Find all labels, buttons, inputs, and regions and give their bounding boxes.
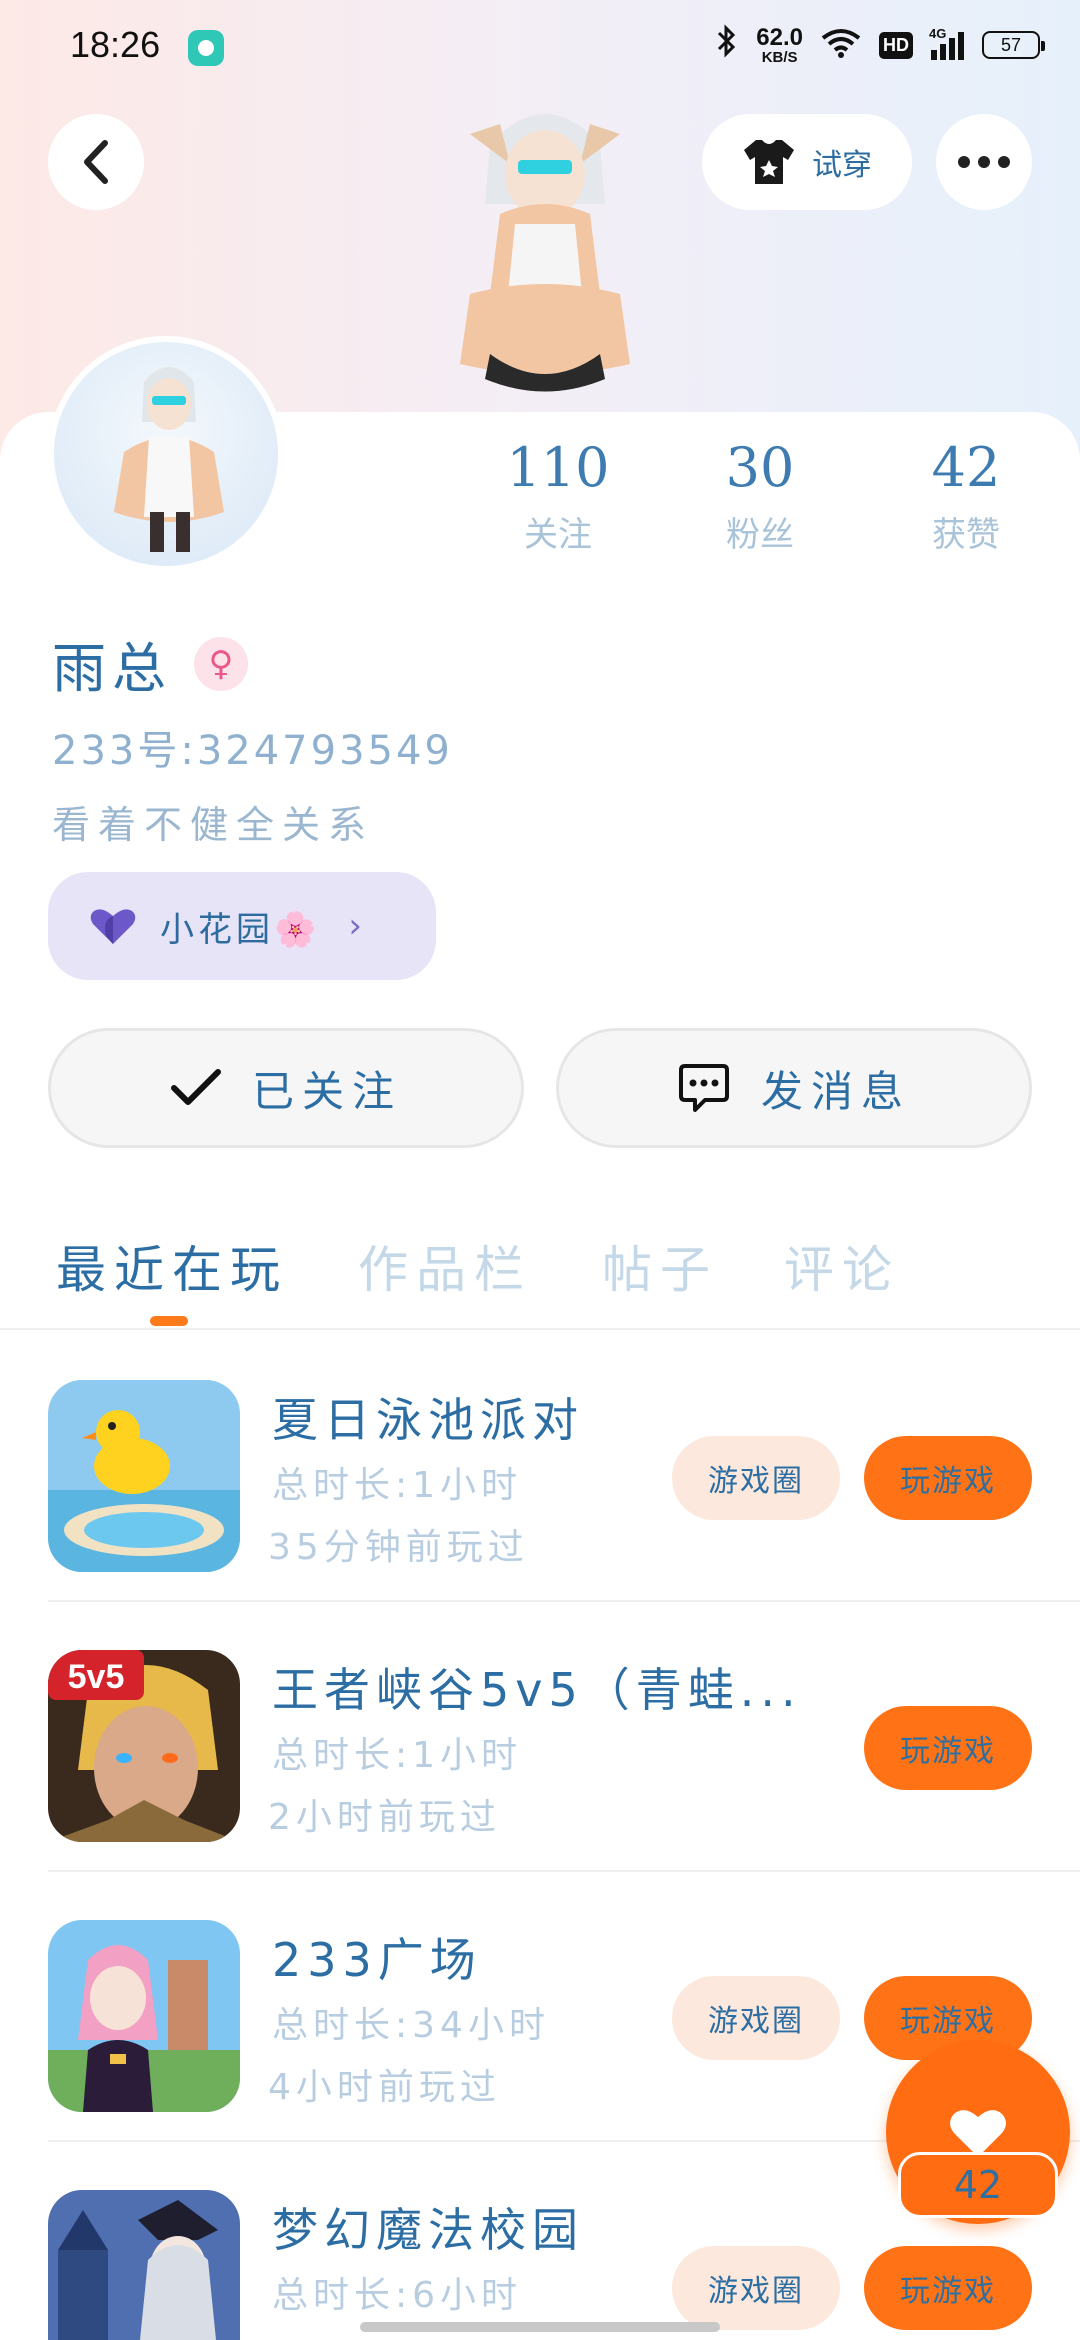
tab-recently-played[interactable]: 最近在玩: [56, 1230, 288, 1302]
more-dots-icon: [958, 156, 970, 168]
back-arrow-icon: [84, 140, 108, 184]
game-row-summer-pool-party[interactable]: 夏日泳池派对 总时长:1小时 35分钟前玩过 游戏圈 玩游戏: [0, 1332, 1080, 1602]
more-options-button[interactable]: [936, 114, 1032, 210]
game-circle-button[interactable]: 游戏圈: [672, 1976, 840, 2060]
send-message-label: 发消息: [760, 1066, 911, 1116]
stat-likes-label: 获赞: [932, 515, 1000, 555]
game-icon-badge: 5v5: [68, 1658, 125, 1696]
cellular-signal-icon: 4G: [929, 26, 964, 60]
play-game-button[interactable]: 玩游戏: [864, 1436, 1032, 1520]
tab-posts[interactable]: 帖子: [602, 1230, 718, 1302]
stat-followers-value: 30: [725, 436, 795, 499]
game-title: 王者峡谷5v5（青蛙...: [272, 1663, 802, 1717]
follow-button[interactable]: 已关注: [48, 1028, 524, 1148]
status-time: 18:26: [70, 24, 161, 65]
play-game-button[interactable]: 玩游戏: [864, 1706, 1032, 1790]
game-row-honor-of-kings-5v5[interactable]: 5v5 王者峡谷5v5（青蛙... 总时长:1小时 2小时前玩过 玩游戏: [0, 1602, 1080, 1872]
tab-comments[interactable]: 评论: [784, 1230, 900, 1302]
username-row: 雨总 ♀: [52, 624, 248, 703]
battery-level: 57: [1000, 34, 1022, 55]
game-title: 梦幻魔法校园: [272, 2203, 584, 2257]
status-bar: 18:26 62.0 KB/S HD 4G 57: [0, 0, 1080, 96]
game-total-duration: 总时长:6小时: [272, 2275, 523, 2316]
chevron-right-icon: ›: [348, 906, 362, 946]
game-icon-image: 5v5: [48, 1650, 240, 1842]
bluetooth-icon: [716, 24, 738, 66]
character-avatar-figure: [460, 114, 630, 392]
notification-app-icon: [188, 30, 224, 66]
game-icon-summer-pool-party: [48, 1380, 240, 1572]
tab-works[interactable]: 作品栏: [358, 1230, 532, 1302]
tabs-divider: [0, 1328, 1080, 1330]
game-icon-image: [48, 1920, 240, 2112]
stat-following[interactable]: 110 关注: [458, 436, 658, 556]
profile-tabs: 最近在玩 作品栏 帖子 评论: [0, 1230, 1080, 1330]
game-total-duration: 总时长:1小时: [272, 1465, 523, 1506]
hd-badge: HD: [879, 31, 913, 59]
female-gender-icon: ♀: [194, 636, 248, 691]
game-last-played: 35分钟前玩过: [268, 1527, 529, 1568]
stat-following-label: 关注: [524, 515, 592, 555]
battery-icon: 57: [982, 31, 1045, 59]
stat-following-value: 110: [506, 436, 610, 499]
avatar-image: [114, 367, 224, 552]
heart-icon: [950, 2110, 1006, 2157]
game-title: 233广场: [272, 1933, 482, 1987]
follow-label: 已关注: [251, 1066, 402, 1116]
username: 雨总: [52, 637, 172, 700]
avatar[interactable]: [48, 336, 284, 572]
check-icon: [170, 1069, 221, 1105]
game-icon-233-plaza: [48, 1920, 240, 2112]
game-title: 夏日泳池派对: [272, 1393, 584, 1447]
network-speed: 62.0 KB/S: [756, 23, 803, 66]
try-on-button[interactable]: 试穿: [702, 114, 912, 210]
account-id: 233号:324793549: [52, 728, 453, 774]
stat-likes[interactable]: 42 获赞: [866, 436, 1066, 556]
more-dot: [978, 156, 990, 168]
home-indicator[interactable]: [360, 2322, 720, 2332]
game-icon-image: [48, 1380, 240, 1572]
game-total-duration: 总时长:34小时: [272, 2005, 550, 2046]
back-button[interactable]: [48, 114, 144, 210]
send-message-button[interactable]: 发消息: [556, 1028, 1032, 1148]
network-speed-value: 62.0: [756, 23, 803, 51]
purple-heart-icon: [90, 909, 136, 944]
chat-bubble-icon: [678, 1064, 729, 1112]
game-circle-button[interactable]: 游戏圈: [672, 1436, 840, 1520]
network-type: 4G: [929, 26, 947, 41]
status-indicators: 62.0 KB/S HD 4G 57: [716, 23, 1045, 66]
wifi-icon: [821, 28, 861, 63]
game-last-played: 4小时前玩过: [268, 2067, 501, 2108]
stat-followers[interactable]: 30 粉丝: [660, 436, 860, 556]
outfit-icon: [744, 140, 794, 184]
game-last-played: 2小时前玩过: [268, 1797, 501, 1838]
more-dot: [998, 156, 1010, 168]
game-circle-button[interactable]: 游戏圈: [672, 2246, 840, 2330]
game-icon-honor-of-kings-5v5: 5v5: [48, 1650, 240, 1842]
game-icon-fantasy-magic-academy: [48, 2190, 240, 2340]
bio: 看着不健全关系: [52, 803, 375, 847]
game-total-duration: 总时长:1小时: [272, 1735, 523, 1776]
play-game-button[interactable]: 玩游戏: [864, 2246, 1032, 2330]
active-tab-indicator: [150, 1316, 188, 1326]
garden-label: 小花园🌸: [160, 909, 321, 950]
game-icon-image: [48, 2190, 240, 2340]
try-on-label: 试穿: [812, 148, 872, 183]
network-speed-unit: KB/S: [761, 48, 798, 66]
stat-followers-label: 粉丝: [726, 515, 794, 555]
like-count: 42: [898, 2152, 1058, 2218]
garden-button[interactable]: 小花园🌸 ›: [48, 872, 436, 980]
stat-likes-value: 42: [931, 436, 1001, 499]
